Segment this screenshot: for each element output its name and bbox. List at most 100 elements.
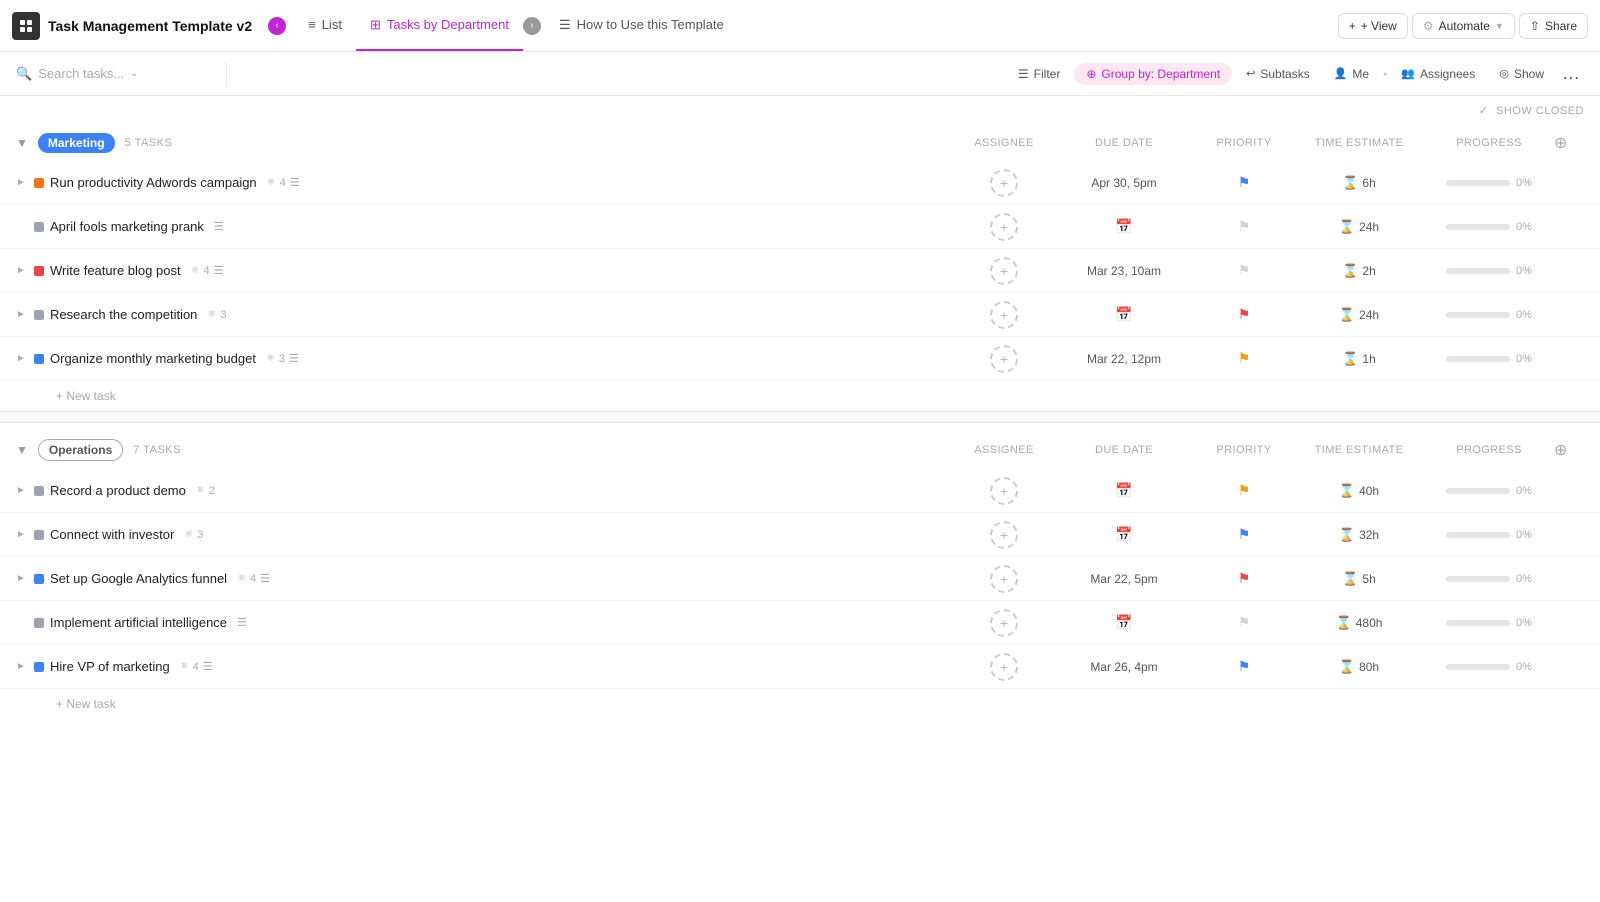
due-date-text: Mar 23, 10am: [1087, 264, 1161, 278]
me-button[interactable]: 👤 Me: [1324, 63, 1379, 85]
time-cell: ⌛ 80h: [1294, 659, 1424, 675]
tab-tasks-by-department[interactable]: ⊞ Tasks by Department: [356, 0, 523, 51]
priority-flag[interactable]: ⚑: [1238, 174, 1251, 191]
task-name-cell: ► Organize monthly marketing budget ⚛3☰: [16, 351, 954, 366]
expand-arrow[interactable]: ►: [16, 485, 28, 496]
tab-list[interactable]: ≡ List: [294, 0, 356, 51]
progress-bar: [1446, 268, 1510, 274]
more-button[interactable]: …: [1558, 63, 1584, 84]
task-name[interactable]: April fools marketing prank: [50, 219, 204, 234]
automate-button[interactable]: ⚙ Automate ▼: [1412, 13, 1515, 39]
task-name[interactable]: Implement artificial intelligence: [50, 615, 227, 630]
toolbar-divider: [226, 62, 227, 86]
share-button[interactable]: ⇧ Share: [1519, 13, 1588, 39]
task-name[interactable]: Connect with investor: [50, 527, 174, 542]
expand-arrow[interactable]: ►: [16, 529, 28, 540]
show-closed-button[interactable]: ✓ SHOW CLOSED: [1479, 104, 1584, 117]
assignee-cell: +: [954, 565, 1054, 593]
priority-flag[interactable]: ⚑: [1238, 526, 1251, 543]
filter-button[interactable]: ☰ Filter: [1008, 63, 1070, 85]
task-name[interactable]: Run productivity Adwords campaign: [50, 175, 257, 190]
task-name[interactable]: Organize monthly marketing budget: [50, 351, 256, 366]
expand-arrow[interactable]: ►: [16, 177, 28, 188]
add-assignee-button[interactable]: +: [990, 521, 1018, 549]
task-dot: [34, 486, 44, 496]
nav-next[interactable]: ›: [523, 17, 541, 35]
new-task-operations[interactable]: + New task: [0, 689, 1600, 719]
col-duedate-marketing: DUE DATE: [1054, 137, 1194, 149]
task-name[interactable]: Record a product demo: [50, 483, 186, 498]
add-assignee-button[interactable]: +: [990, 477, 1018, 505]
group-badge-operations[interactable]: Operations: [38, 439, 123, 461]
collapse-marketing[interactable]: ▼: [16, 136, 28, 150]
view-button[interactable]: + + View: [1338, 13, 1408, 39]
progress-pct: 0%: [1516, 177, 1532, 189]
group-badge-marketing[interactable]: Marketing: [38, 133, 115, 153]
new-task-marketing[interactable]: + New task: [0, 381, 1600, 411]
collapse-operations[interactable]: ▼: [16, 443, 28, 457]
date-cell: Mar 22, 5pm: [1054, 572, 1194, 586]
task-name[interactable]: Research the competition: [50, 307, 197, 322]
add-assignee-button[interactable]: +: [990, 169, 1018, 197]
task-name[interactable]: Write feature blog post: [50, 263, 181, 278]
search-area[interactable]: 🔍 Search tasks... ⌄: [16, 66, 216, 82]
date-cell: Mar 26, 4pm: [1054, 660, 1194, 674]
subtask-count: 4: [193, 661, 199, 673]
time-value: 5h: [1362, 572, 1375, 586]
group-section-marketing: ▼ Marketing 5 TASKS ASSIGNEE DUE DATE PR…: [0, 125, 1600, 423]
add-assignee-button[interactable]: +: [990, 653, 1018, 681]
task-row: ► Run productivity Adwords campaign ⚛4☰ …: [0, 161, 1600, 205]
progress-pct: 0%: [1516, 617, 1532, 629]
col-add-operations[interactable]: ⊕: [1554, 440, 1584, 460]
assignees-icon: 👥: [1401, 67, 1415, 80]
priority-flag[interactable]: ⚑: [1238, 570, 1251, 587]
priority-flag[interactable]: ⚑: [1238, 218, 1251, 235]
priority-cell: ⚑: [1194, 658, 1294, 675]
expand-arrow[interactable]: ►: [16, 265, 28, 276]
tab-how-to[interactable]: ☰ How to Use this Template: [545, 0, 738, 51]
add-icon: +: [1000, 307, 1008, 323]
add-assignee-button[interactable]: +: [990, 345, 1018, 373]
col-assignee-marketing: ASSIGNEE: [954, 137, 1054, 149]
progress-bar: [1446, 224, 1510, 230]
progress-cell: 0%: [1424, 661, 1554, 673]
show-button[interactable]: ◎ Show: [1489, 63, 1554, 85]
task-name[interactable]: Hire VP of marketing: [50, 659, 170, 674]
time-cell: ⌛ 6h: [1294, 175, 1424, 191]
group-by-button[interactable]: ⊕ Group by: Department: [1074, 63, 1232, 85]
priority-flag[interactable]: ⚑: [1238, 658, 1251, 675]
subtasks-button[interactable]: ↩ Subtasks: [1236, 63, 1320, 85]
assignees-button[interactable]: 👥 Assignees: [1391, 63, 1485, 85]
add-assignee-button[interactable]: +: [990, 257, 1018, 285]
col-timeest-marketing: TIME ESTIMATE: [1294, 137, 1424, 149]
priority-flag[interactable]: ⚑: [1238, 306, 1251, 323]
cal-icon: 📅: [1115, 526, 1132, 543]
priority-cell: ⚑: [1194, 614, 1294, 631]
add-assignee-button[interactable]: +: [990, 609, 1018, 637]
app-icon: [12, 12, 40, 40]
nav-prev[interactable]: ‹: [268, 17, 286, 35]
expand-arrow[interactable]: ►: [16, 661, 28, 672]
dot-separator: •: [1383, 67, 1387, 81]
priority-flag[interactable]: ⚑: [1238, 262, 1251, 279]
cal-icon: 📅: [1115, 306, 1132, 323]
add-assignee-button[interactable]: +: [990, 301, 1018, 329]
cal-icon: 📅: [1115, 614, 1132, 631]
expand-arrow[interactable]: ►: [16, 353, 28, 364]
expand-arrow[interactable]: ►: [16, 573, 28, 584]
expand-arrow[interactable]: ►: [16, 309, 28, 320]
time-value: 40h: [1359, 484, 1379, 498]
progress-pct: 0%: [1516, 529, 1532, 541]
priority-flag[interactable]: ⚑: [1238, 614, 1251, 631]
priority-flag[interactable]: ⚑: [1238, 350, 1251, 367]
subtask-count: 3: [279, 353, 285, 365]
priority-cell: ⚑: [1194, 482, 1294, 499]
task-name[interactable]: Set up Google Analytics funnel: [50, 571, 227, 586]
subtask-count: 3: [220, 309, 226, 321]
section-divider: [0, 411, 1600, 423]
add-assignee-button[interactable]: +: [990, 213, 1018, 241]
col-add-marketing[interactable]: ⊕: [1554, 133, 1584, 153]
priority-flag[interactable]: ⚑: [1238, 482, 1251, 499]
toolbar: 🔍 Search tasks... ⌄ ☰ Filter ⊕ Group by:…: [0, 52, 1600, 96]
add-assignee-button[interactable]: +: [990, 565, 1018, 593]
